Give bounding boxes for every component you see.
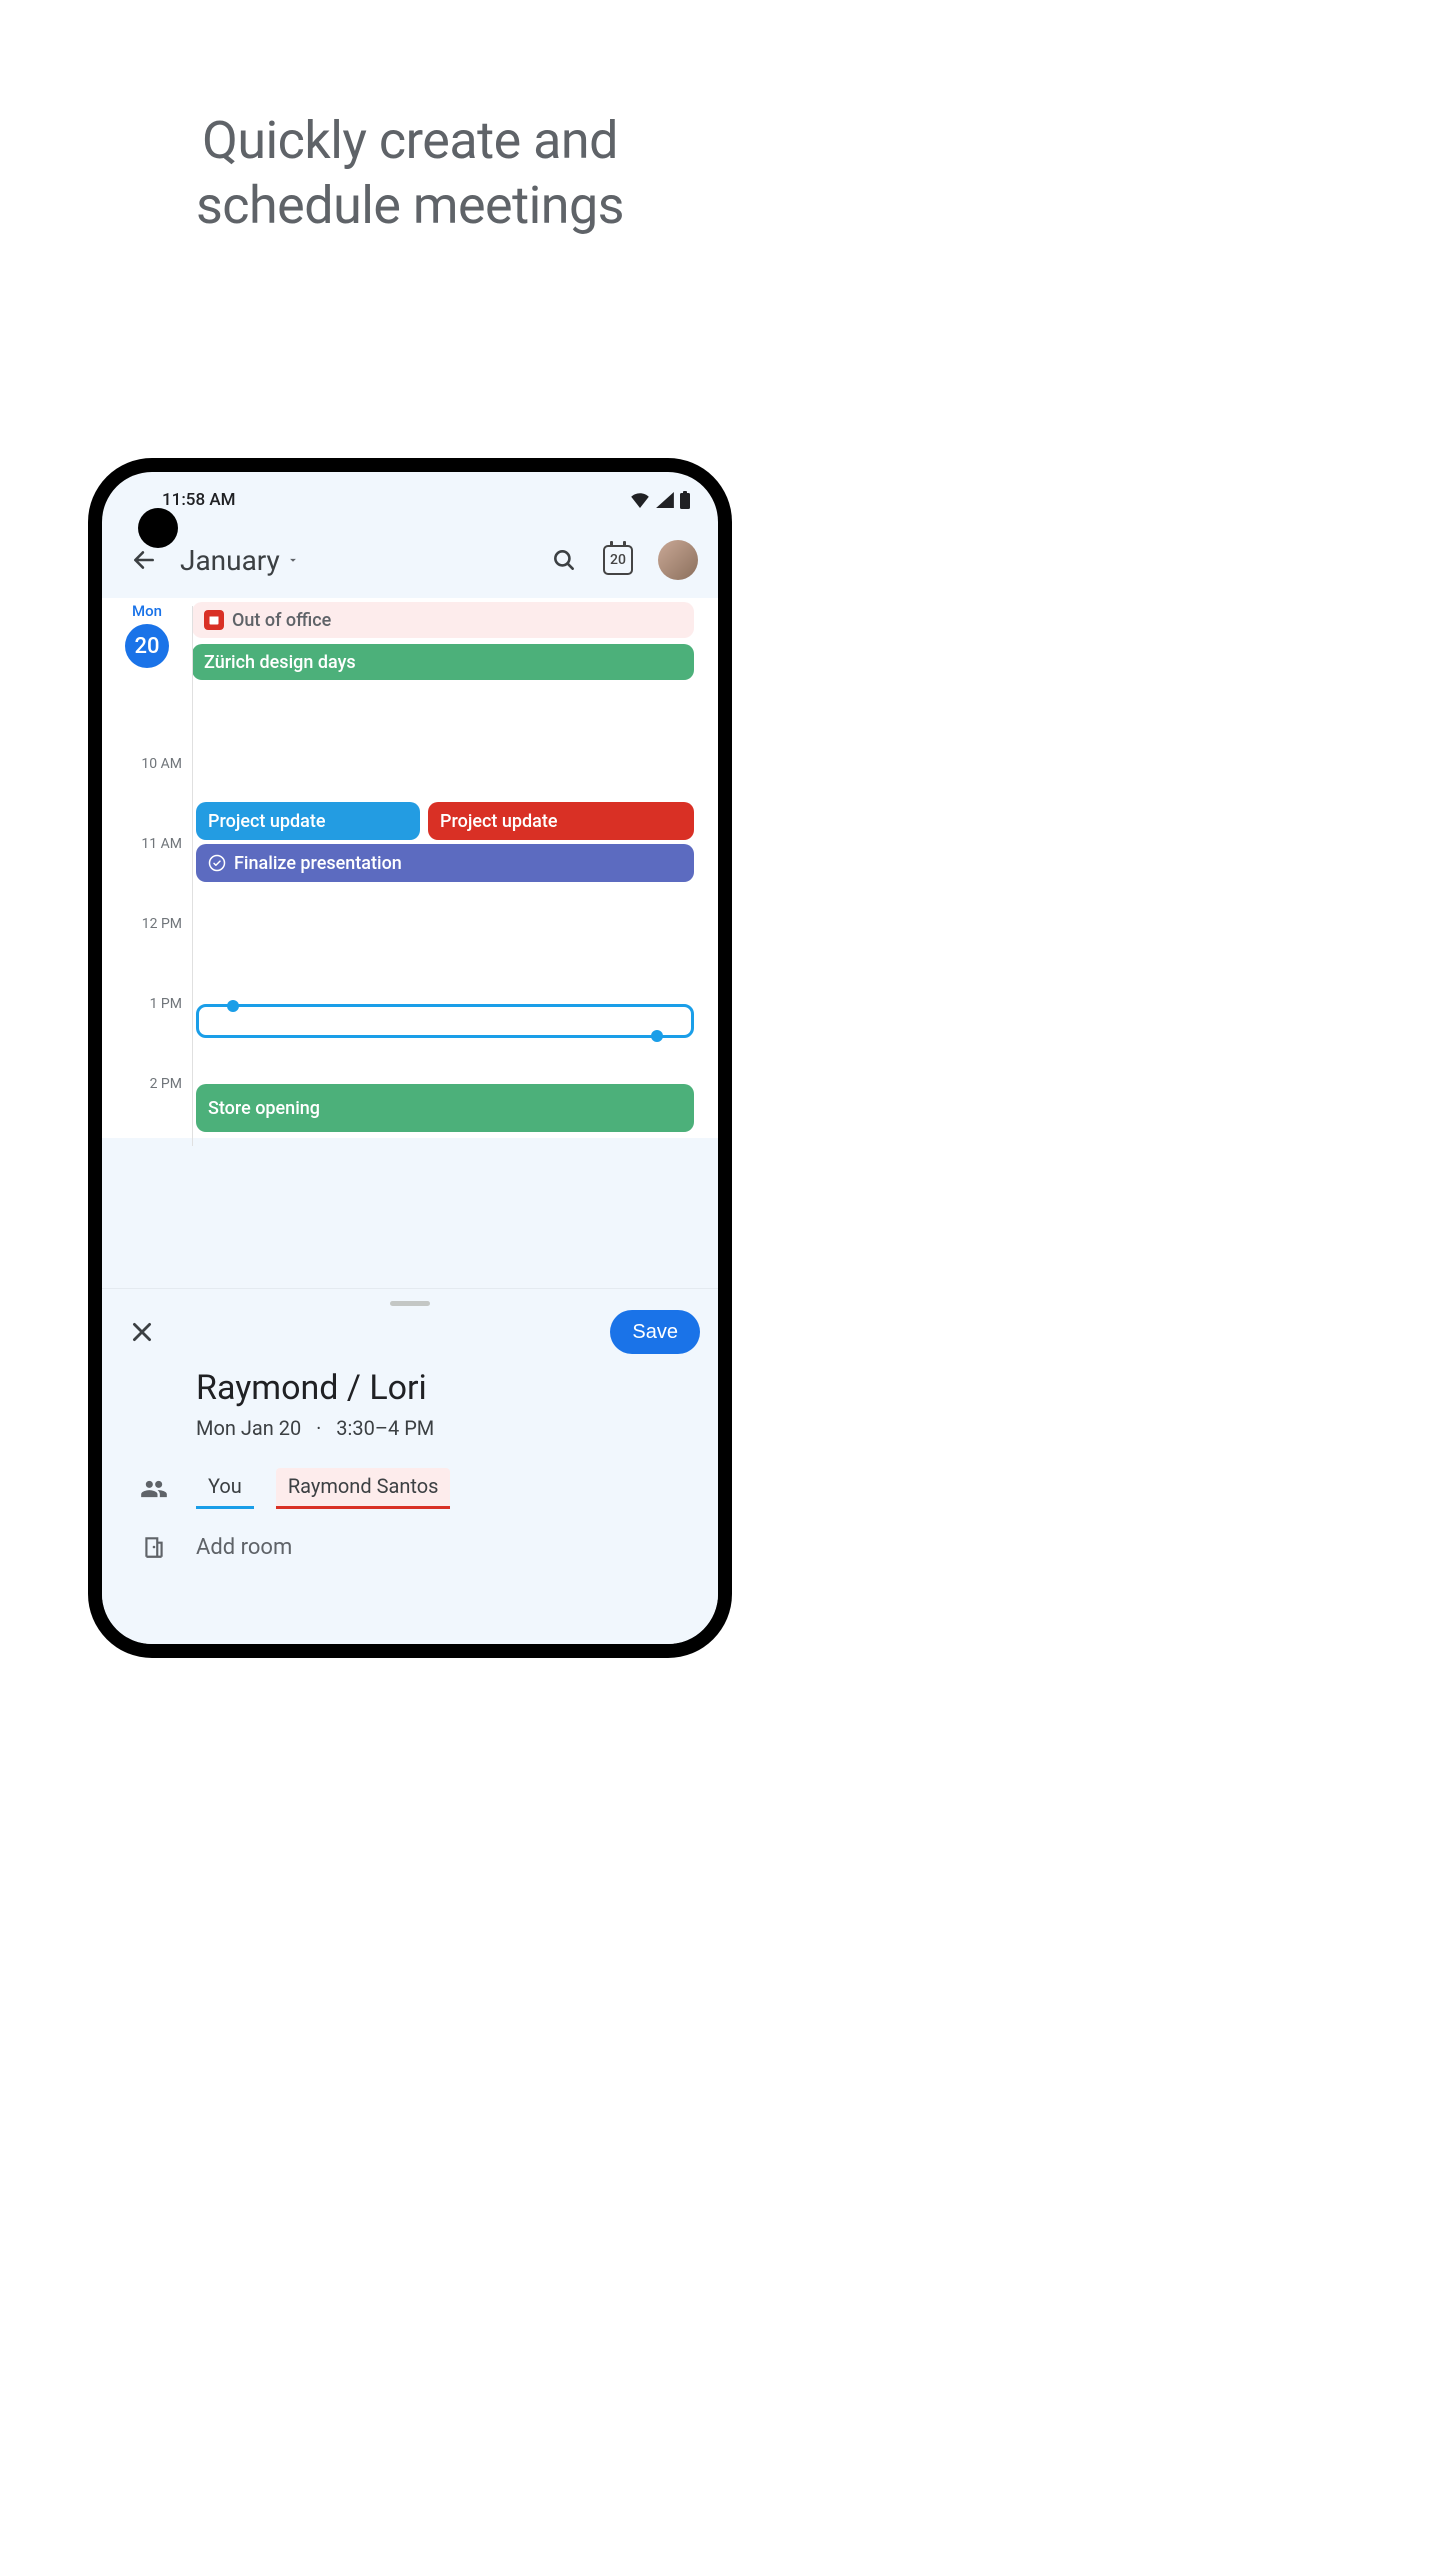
close-button[interactable]: [120, 1310, 164, 1354]
wifi-icon: [630, 492, 650, 508]
signal-icon: [656, 492, 674, 508]
event-label: Out of office: [232, 610, 331, 631]
day-view: Mon 20 Out of office Zürich design days: [102, 598, 718, 1138]
event-project-update-blue[interactable]: Project update: [196, 802, 420, 840]
task-check-icon: [208, 854, 226, 872]
add-room-label: Add room: [196, 1535, 292, 1560]
status-icons: [630, 491, 690, 509]
hour-label: 10 AM: [141, 756, 182, 772]
search-icon: [551, 547, 577, 573]
all-day-events: Out of office Zürich design days: [192, 602, 718, 680]
attendees-row[interactable]: You Raymond Santos: [102, 1458, 718, 1519]
hour-label: 11 AM: [141, 836, 182, 852]
battery-icon: [680, 491, 690, 509]
event-label: Store opening: [208, 1098, 320, 1119]
resize-handle-bottom[interactable]: [651, 1030, 663, 1042]
chevron-down-icon: [286, 553, 300, 567]
search-button[interactable]: [542, 538, 586, 582]
time-gutter: 10 AM 11 AM 12 PM 1 PM 2 PM: [102, 686, 192, 1146]
month-label: January: [180, 544, 280, 577]
calendar-today-icon: 20: [603, 545, 633, 575]
event-label: Zürich design days: [204, 652, 356, 673]
today-button[interactable]: 20: [596, 538, 640, 582]
phone-frame: 11:58 AM January 20: [88, 458, 732, 1658]
room-icon: [141, 1534, 167, 1560]
save-button[interactable]: Save: [610, 1310, 700, 1354]
day-header: Mon 20 Out of office Zürich design days: [102, 598, 718, 680]
new-event-slot[interactable]: [196, 1004, 694, 1038]
month-picker[interactable]: January: [180, 544, 300, 577]
event-time-row[interactable]: Mon Jan 20 · 3:30–4 PM: [102, 1416, 718, 1458]
event-create-sheet: Save Raymond / Lori Mon Jan 20 · 3:30–4 …: [102, 1288, 718, 1644]
resize-handle-top[interactable]: [227, 1000, 239, 1012]
arrow-left-icon: [131, 547, 157, 573]
camera-hole: [138, 508, 178, 548]
event-zurich-design-days[interactable]: Zürich design days: [192, 644, 694, 680]
hour-label: 12 PM: [142, 916, 182, 932]
event-label: Project update: [440, 811, 557, 832]
ooo-icon: [204, 610, 224, 630]
event-label: Project update: [208, 811, 325, 832]
timeline[interactable]: 10 AM 11 AM 12 PM 1 PM 2 PM Project upda…: [102, 686, 718, 1146]
phone-screen: 11:58 AM January 20: [102, 472, 718, 1644]
day-name: Mon: [102, 602, 192, 620]
marketing-headline: Quickly create and schedule meetings: [0, 108, 820, 238]
hour-label: 1 PM: [150, 996, 182, 1012]
event-project-update-red[interactable]: Project update: [428, 802, 694, 840]
attendee-chip-raymond[interactable]: Raymond Santos: [276, 1468, 451, 1509]
event-label: Finalize presentation: [234, 853, 402, 874]
day-number: 20: [125, 624, 169, 668]
event-store-opening[interactable]: Store opening: [196, 1084, 694, 1132]
account-avatar[interactable]: [658, 540, 698, 580]
add-room-row[interactable]: Add room: [102, 1519, 718, 1575]
app-bar: January 20: [102, 528, 718, 592]
status-time: 11:58 AM: [162, 490, 236, 510]
close-icon: [129, 1319, 155, 1345]
timeline-divider: [192, 606, 193, 1146]
event-finalize-presentation[interactable]: Finalize presentation: [196, 844, 694, 882]
people-icon: [140, 1475, 168, 1503]
attendee-chip-you[interactable]: You: [196, 1468, 254, 1509]
event-out-of-office[interactable]: Out of office: [192, 602, 694, 638]
event-title-input[interactable]: Raymond / Lori: [102, 1360, 718, 1416]
hour-label: 2 PM: [150, 1076, 182, 1092]
day-column-header[interactable]: Mon 20: [102, 602, 192, 680]
status-bar: 11:58 AM: [102, 472, 718, 528]
